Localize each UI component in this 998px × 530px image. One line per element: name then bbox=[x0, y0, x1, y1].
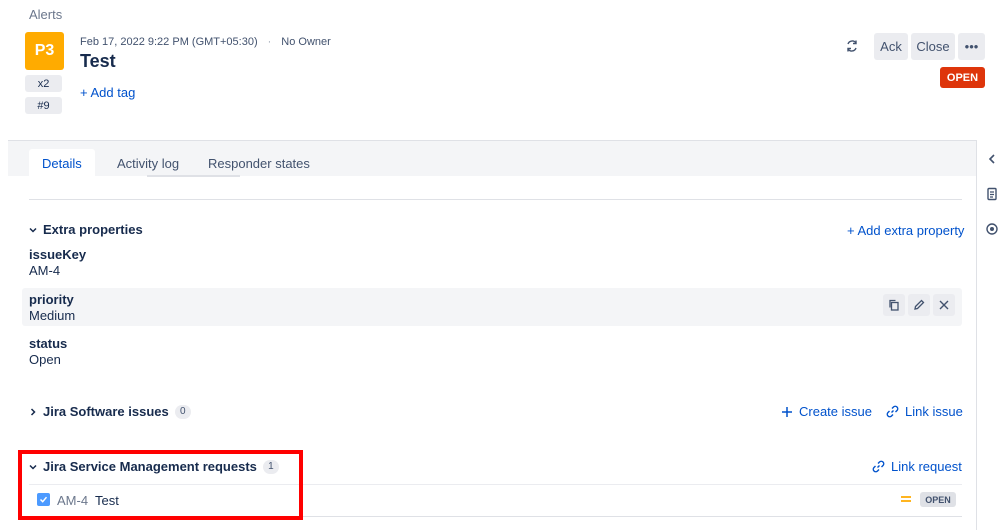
meta-separator: · bbox=[267, 36, 272, 48]
link-issue-label: Link issue bbox=[905, 404, 963, 419]
copy-icon bbox=[889, 299, 899, 311]
more-actions-button[interactable]: ••• bbox=[958, 33, 985, 60]
scroll-indicator bbox=[147, 175, 240, 177]
property-key: status bbox=[29, 336, 68, 351]
close-button[interactable]: Close bbox=[911, 33, 955, 60]
highlight-annotation bbox=[18, 450, 303, 520]
request-status-badge: OPEN bbox=[920, 492, 956, 507]
extra-properties-toggle[interactable]: Extra properties bbox=[29, 222, 143, 237]
chevron-left-icon[interactable] bbox=[985, 152, 998, 166]
count-pill: 0 bbox=[174, 404, 191, 419]
priority-medium-icon bbox=[901, 496, 911, 502]
link-request-link[interactable]: Link request bbox=[872, 459, 962, 474]
owner-label[interactable]: No Owner bbox=[281, 36, 331, 48]
breadcrumb[interactable]: Alerts bbox=[29, 7, 62, 22]
ack-button[interactable]: Ack bbox=[874, 33, 908, 60]
divider bbox=[29, 199, 962, 200]
link-icon bbox=[872, 460, 885, 473]
edit-button[interactable] bbox=[908, 294, 930, 316]
document-icon[interactable] bbox=[985, 187, 998, 201]
link-icon bbox=[886, 405, 899, 418]
property-value: Open bbox=[29, 352, 61, 367]
refresh-button[interactable] bbox=[838, 34, 866, 58]
create-issue-label: Create issue bbox=[799, 404, 872, 419]
refresh-icon bbox=[847, 40, 857, 52]
created-time: Feb 17, 2022 9:22 PM (GMT+05:30) bbox=[80, 36, 258, 48]
alert-count-badge: x2 bbox=[25, 75, 62, 92]
link-request-label: Link request bbox=[891, 459, 962, 474]
jira-software-heading: Jira Software issues bbox=[43, 404, 169, 419]
jira-software-toggle[interactable]: Jira Software issues 0 bbox=[29, 404, 191, 419]
chevron-right-icon bbox=[30, 407, 36, 416]
property-row-hover bbox=[22, 288, 962, 326]
extra-properties-heading: Extra properties bbox=[43, 222, 143, 237]
status-badge: OPEN bbox=[940, 67, 985, 88]
target-icon[interactable] bbox=[985, 222, 998, 236]
alert-meta: Feb 17, 2022 9:22 PM (GMT+05:30) · No Ow… bbox=[80, 36, 331, 48]
link-issue-link[interactable]: Link issue bbox=[886, 404, 963, 419]
plus-icon bbox=[782, 406, 792, 417]
property-value: AM-4 bbox=[29, 263, 61, 278]
pencil-icon bbox=[914, 299, 925, 310]
close-icon bbox=[939, 300, 949, 310]
tab-details[interactable]: Details bbox=[29, 149, 95, 177]
property-value: Medium bbox=[29, 308, 76, 323]
chevron-down-icon bbox=[29, 227, 37, 233]
priority-badge: P3 bbox=[25, 32, 64, 70]
create-issue-link[interactable]: Create issue bbox=[781, 404, 872, 419]
property-key: issueKey bbox=[29, 247, 87, 262]
copy-button[interactable] bbox=[883, 294, 905, 316]
tiny-id-badge: #9 bbox=[25, 97, 62, 114]
tab-responder-states[interactable]: Responder states bbox=[195, 149, 323, 177]
tab-activity-log[interactable]: Activity log bbox=[104, 149, 192, 177]
alert-title: Test bbox=[80, 51, 116, 71]
delete-button[interactable] bbox=[933, 294, 955, 316]
add-tag-link[interactable]: + Add tag bbox=[80, 85, 135, 100]
add-extra-property-link[interactable]: + Add extra property bbox=[847, 223, 964, 238]
tab-bar: Details Activity log Responder states bbox=[8, 140, 976, 177]
property-key: priority bbox=[29, 292, 74, 307]
